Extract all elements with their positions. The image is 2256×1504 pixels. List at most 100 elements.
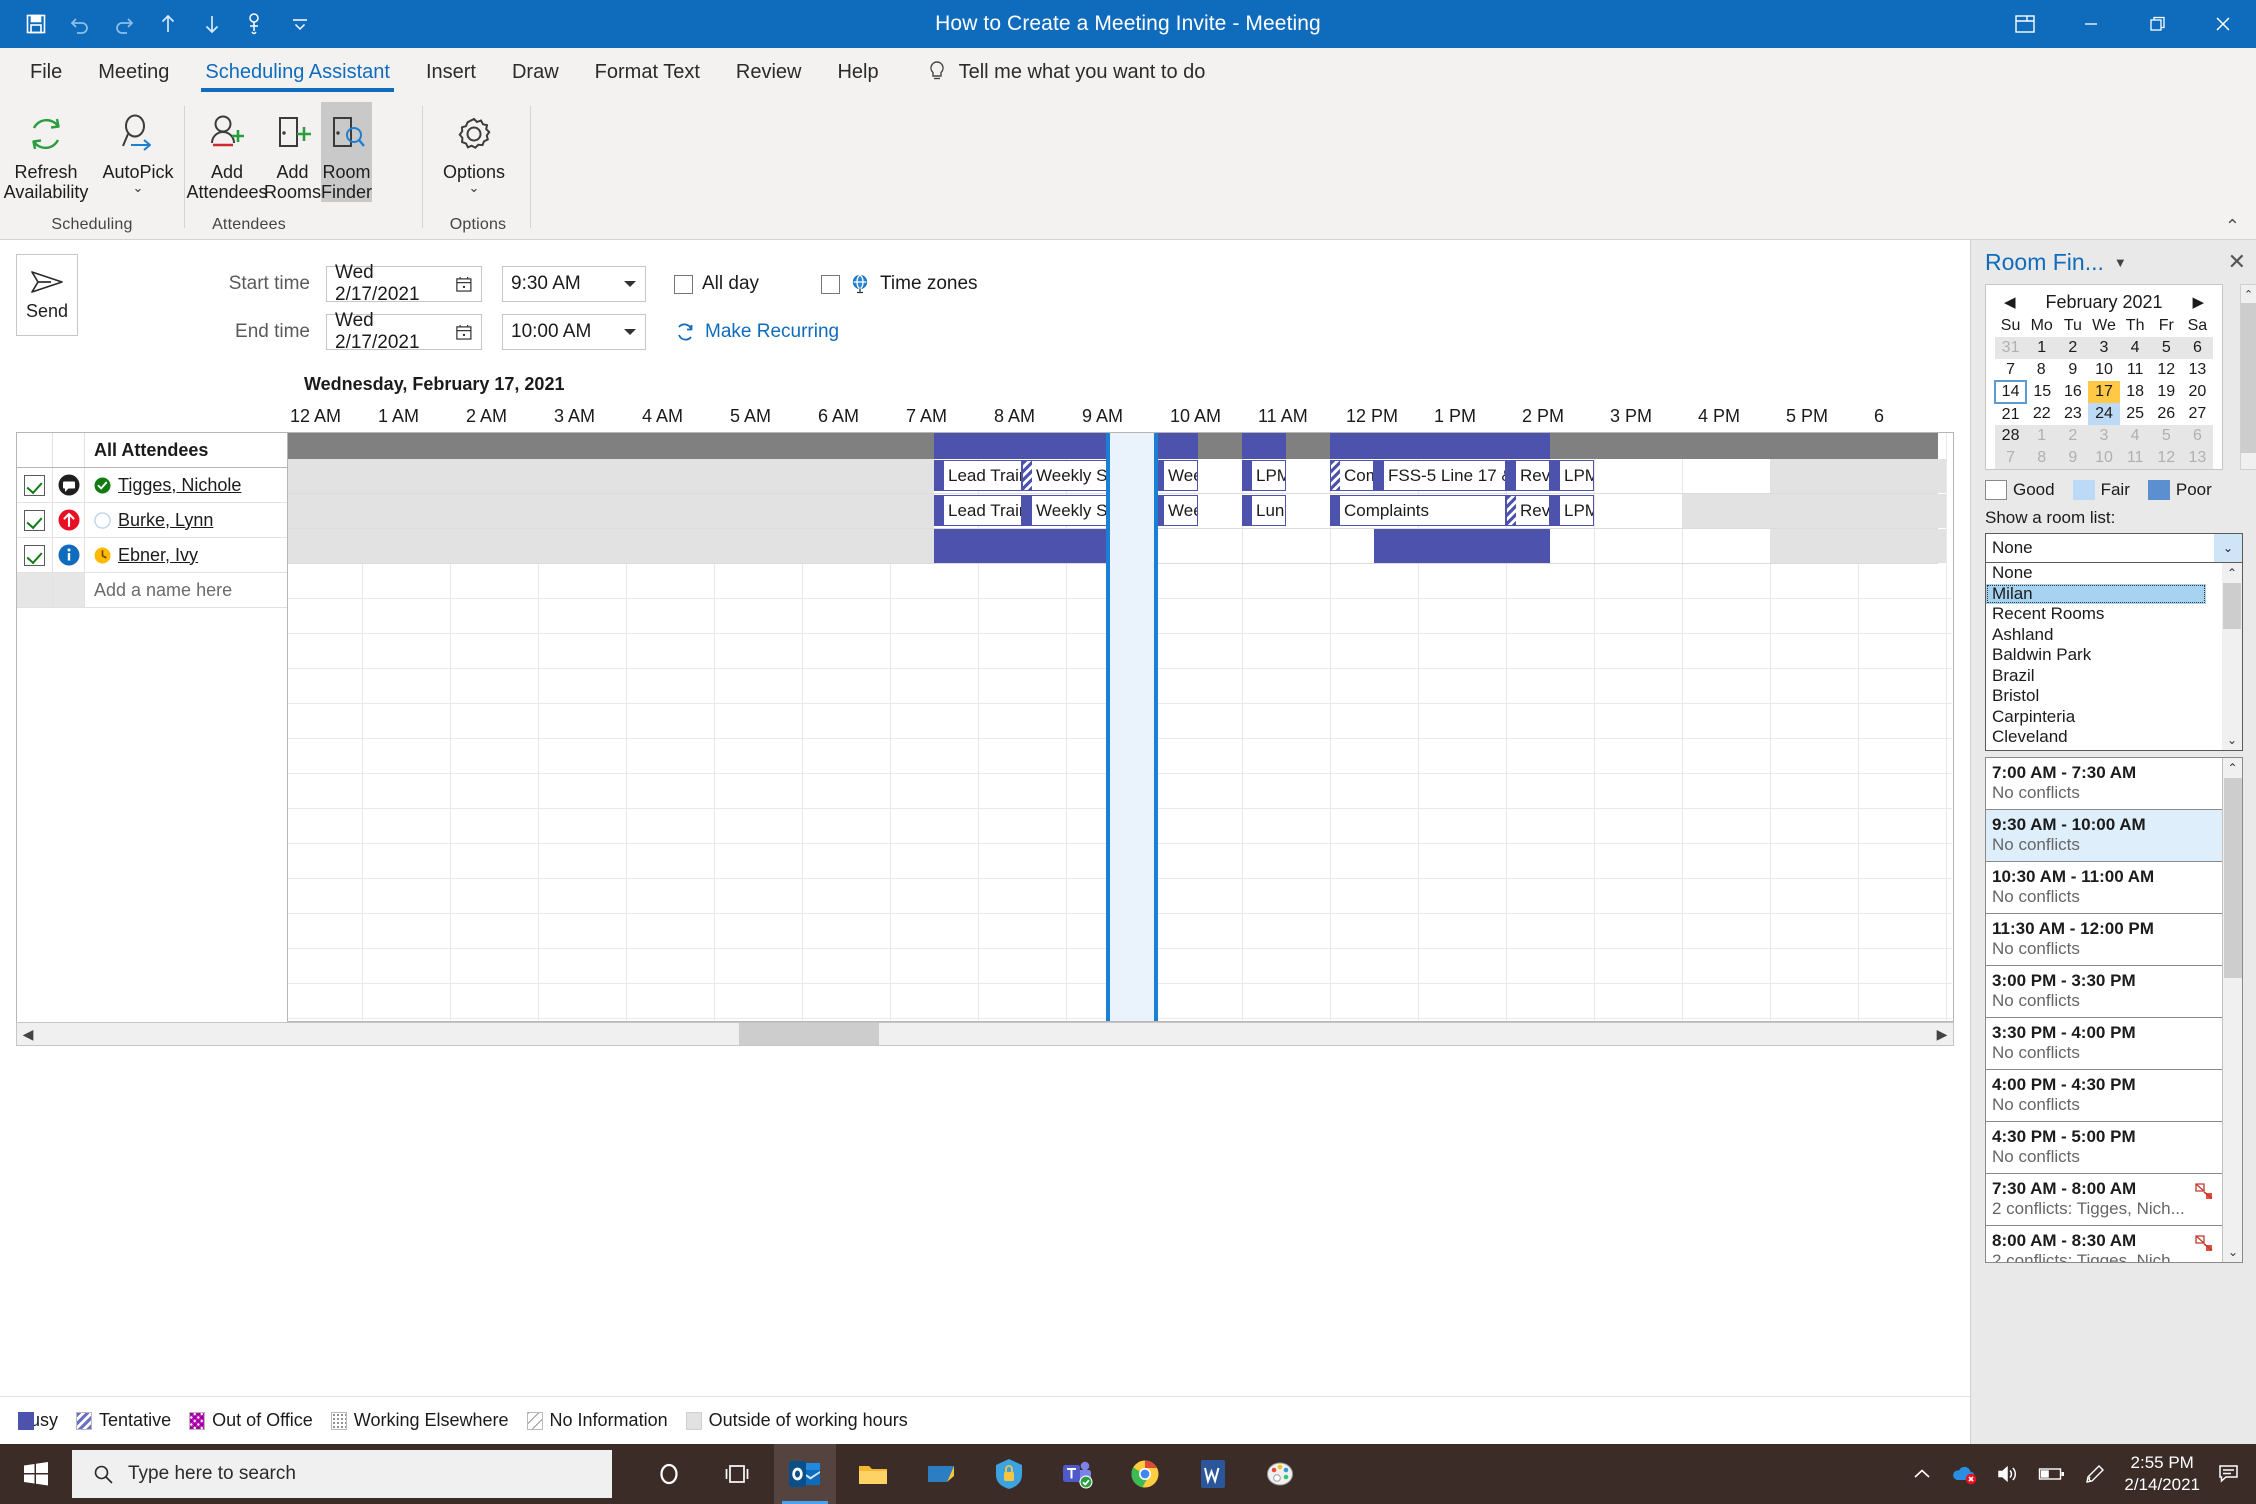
room-list-option[interactable]: Ashland (1986, 625, 2242, 646)
google-chrome-icon[interactable] (1114, 1444, 1176, 1504)
calendar-days[interactable]: 3112345678910111213141516171819202122232… (1995, 337, 2213, 469)
calendar-day[interactable]: 26 (2151, 403, 2182, 425)
calendar-icon[interactable] (455, 275, 473, 294)
add-rooms-button[interactable]: Add Rooms (264, 102, 321, 202)
suggested-time-item[interactable]: 4:30 PM - 5:00 PMNo conflicts (1986, 1122, 2222, 1174)
attendee-name[interactable]: Tigges, Nichole (118, 475, 241, 496)
room-list-option[interactable]: Recent Rooms (1986, 604, 2242, 625)
room-list-option[interactable]: Cleveland (1986, 727, 2242, 748)
room-list-options[interactable]: NoneMilanRecent RoomsAshlandBaldwin Park… (1985, 563, 2243, 751)
calendar-day[interactable]: 19 (2151, 381, 2182, 403)
tab-draw[interactable]: Draw (494, 50, 577, 94)
room-list-option[interactable]: Brazil (1986, 666, 2242, 687)
calendar-day[interactable]: 9 (2057, 359, 2088, 381)
appointment-block[interactable]: Review (1506, 495, 1550, 526)
scrollbar-track[interactable] (39, 1023, 1931, 1045)
calendar-day[interactable]: 3 (2088, 337, 2119, 359)
calendar-day[interactable]: 5 (2151, 337, 2182, 359)
scroll-up-icon[interactable]: ⌃ (2223, 758, 2242, 778)
calendar-day[interactable]: 7 (1995, 447, 2026, 469)
calendar-day[interactable]: 1 (2026, 337, 2057, 359)
calendar-day[interactable]: 24 (2088, 403, 2119, 425)
calendar-day[interactable]: 3 (2088, 425, 2119, 447)
attendee-row-tigges[interactable]: Tigges, Nichole (17, 468, 287, 503)
autopick-button[interactable]: AutoPick ⌄ (92, 102, 184, 193)
availability-grid[interactable]: Lead TrainingWeekly StandupWeeklyLPMSCom… (288, 432, 1954, 1022)
room-list-dropdown[interactable]: None ⌄ (1985, 533, 2243, 563)
calendar-day[interactable]: 4 (2120, 337, 2151, 359)
calendar-day[interactable]: 13 (2182, 447, 2213, 469)
tab-meeting[interactable]: Meeting (80, 50, 187, 94)
calendar-day[interactable]: 2 (2057, 337, 2088, 359)
customize-quick-access-toolbar-icon[interactable] (278, 4, 322, 44)
save-icon[interactable] (14, 4, 58, 44)
word-icon[interactable] (1182, 1444, 1244, 1504)
scroll-down-icon[interactable]: ⌄ (2222, 730, 2242, 750)
show-hidden-icons-icon[interactable] (1912, 1467, 1932, 1481)
attendee-name[interactable]: Ebner, Ivy (118, 545, 198, 566)
volume-icon[interactable] (1996, 1464, 2020, 1484)
appointment-block[interactable]: LPMS (1550, 460, 1594, 491)
suggested-time-item[interactable]: 3:30 PM - 4:00 PMNo conflicts (1986, 1018, 2222, 1070)
attendee-checkbox[interactable] (17, 468, 53, 502)
appointment-block[interactable]: Complaints (1330, 460, 1374, 491)
appointment-block[interactable]: Weekly Standup (1022, 460, 1110, 491)
appointment-block[interactable]: LPMS (1550, 495, 1594, 526)
redo-icon[interactable] (102, 4, 146, 44)
next-item-icon[interactable] (190, 4, 234, 44)
suggested-times-container[interactable]: 7:00 AM - 7:30 AMNo conflicts9:30 AM - 1… (1986, 758, 2222, 1263)
suggested-time-item[interactable]: 11:30 AM - 12:00 PMNo conflicts (1986, 914, 2222, 966)
outlook-icon[interactable] (774, 1444, 836, 1504)
calendar-day[interactable]: 31 (1995, 337, 2026, 359)
calendar-day[interactable]: 23 (2057, 403, 2088, 425)
grid-horizontal-scrollbar[interactable]: ◀ ▶ (16, 1022, 1954, 1046)
calendar-icon[interactable] (455, 323, 473, 342)
suggested-time-item[interactable]: 10:30 AM - 11:00 AMNo conflicts (1986, 862, 2222, 914)
calendar-day[interactable]: 12 (2151, 359, 2182, 381)
options-button[interactable]: Options ⌄ (428, 102, 520, 193)
appointment-block[interactable]: Weekly (1154, 495, 1198, 526)
tab-format-text[interactable]: Format Text (577, 50, 718, 94)
calendar-day[interactable]: 11 (2120, 447, 2151, 469)
scrollbar-thumb[interactable] (739, 1023, 879, 1045)
suggested-time-item[interactable]: 4:00 PM - 4:30 PMNo conflicts (1986, 1070, 2222, 1122)
pen-icon[interactable] (2084, 1463, 2106, 1485)
search-input[interactable]: Type here to search (72, 1450, 612, 1498)
scroll-left-icon[interactable]: ◀ (17, 1023, 39, 1045)
previous-item-icon[interactable] (146, 4, 190, 44)
room-list-option[interactable]: None (1986, 563, 2242, 584)
chevron-down-icon[interactable]: ⌄ (133, 183, 144, 193)
scroll-up-icon[interactable]: ⌃ (2241, 285, 2256, 303)
calendar-day[interactable]: 10 (2088, 359, 2119, 381)
calendar-day[interactable]: 9 (2057, 447, 2088, 469)
appointment-block[interactable]: LPMS (1242, 460, 1286, 491)
attendee-checkbox[interactable] (17, 538, 53, 572)
start-button[interactable] (0, 1444, 72, 1504)
clock[interactable]: 2:55 PM 2/14/2021 (2124, 1452, 2200, 1496)
room-list-option[interactable]: Carpinteria (1986, 707, 2242, 728)
calendar-day[interactable]: 8 (2026, 447, 2057, 469)
send-button[interactable]: Send (16, 254, 78, 336)
calendar-day[interactable]: 16 (2057, 381, 2088, 403)
calendar-day[interactable]: 7 (1995, 359, 2026, 381)
calendar-day[interactable]: 13 (2182, 359, 2213, 381)
room-list-option[interactable]: Milan (1986, 584, 2206, 605)
tell-me-box[interactable]: Tell me what you want to do (927, 50, 1206, 94)
undo-icon[interactable] (58, 4, 102, 44)
calendar-day[interactable]: 8 (2026, 359, 2057, 381)
battery-icon[interactable] (2038, 1466, 2066, 1482)
keeper-icon[interactable] (978, 1444, 1040, 1504)
minimize-icon[interactable] (2058, 0, 2124, 48)
tab-review[interactable]: Review (718, 50, 820, 94)
scroll-down-icon[interactable]: ⌄ (2223, 1242, 2243, 1262)
mini-calendar[interactable]: ◀ February 2021 ▶ SuMoTuWeThFrSa 3112345… (1994, 289, 2214, 469)
calendar-day[interactable]: 20 (2182, 381, 2213, 403)
all-day-checkbox[interactable]: All day (674, 273, 759, 295)
microsoft-teams-icon[interactable] (1046, 1444, 1108, 1504)
selected-time-band[interactable] (1106, 433, 1158, 1021)
calendar-day[interactable]: 17 (2088, 381, 2119, 403)
file-explorer-icon[interactable] (842, 1444, 904, 1504)
paint-icon[interactable] (1250, 1444, 1312, 1504)
ribbon-display-options-icon[interactable] (1992, 0, 2058, 48)
chevron-down-icon[interactable] (623, 279, 637, 289)
